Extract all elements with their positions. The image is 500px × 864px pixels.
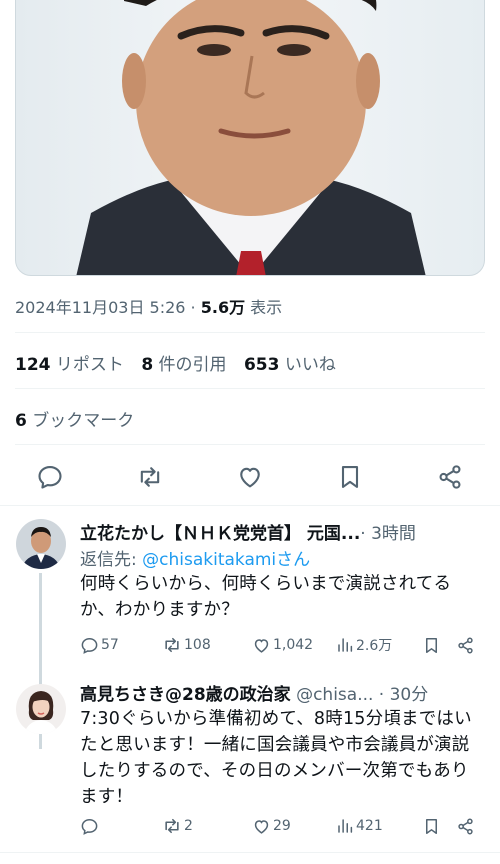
reply-to-line: 返信先: @chisakitakamiさん (80, 545, 310, 570)
views-button[interactable]: 2.6万 (336, 633, 392, 657)
like-icon (254, 638, 269, 653)
divider (0, 505, 500, 506)
reply-text: 何時くらいから、何時くらいまで演説されてるか、わかりますか？ (80, 574, 452, 620)
bookmarks-label: ブックマーク (26, 411, 135, 431)
reply-author-handle[interactable]: @chisa... (291, 685, 373, 705)
repost-icon[interactable] (136, 463, 164, 491)
reply-icon (81, 637, 98, 654)
reply-action-bar: 2 29 421 (80, 814, 480, 838)
views-count: 2.6万 (356, 638, 393, 654)
bookmark-icon (425, 637, 438, 653)
likes-count: 653 (243, 355, 280, 375)
reply-to-prefix: 返信先: (80, 550, 143, 570)
reply-icon (81, 818, 98, 835)
reply-text: 7:30ぐらいから準備初めて、8時15分頃まではいたと思います！一緒に国会議員や… (80, 709, 472, 807)
share-icon[interactable] (436, 463, 464, 491)
reply-time[interactable]: · 30分 (373, 685, 428, 705)
reply-button[interactable] (80, 814, 101, 838)
views-count: 421 (356, 818, 383, 834)
tweet-photo[interactable] (15, 0, 485, 276)
like-count: 1,042 (273, 637, 314, 653)
share-button[interactable] (456, 633, 475, 657)
reply-author-name[interactable]: 立花たかし【ＮＨＫ党党首】 元国... (80, 524, 360, 544)
avatar[interactable] (16, 684, 66, 734)
tweet-timestamp-row: 2024年11月03日 5:26 · 5.6万 表示 (15, 294, 282, 318)
repost-button[interactable]: 2 (162, 814, 193, 838)
bookmark-icon[interactable] (336, 463, 364, 491)
bookmark-icon (425, 818, 438, 834)
repost-count: 108 (184, 637, 211, 653)
reply-icon[interactable] (36, 463, 64, 491)
divider (0, 852, 500, 853)
repost-button[interactable]: 108 (162, 633, 211, 657)
bookmarks-count: 6 (15, 411, 27, 431)
reply-count: 57 (101, 637, 119, 653)
meta-separator: · (185, 298, 201, 317)
likes-stat[interactable]: 653 いいね (244, 355, 336, 375)
reposts-count: 124 (15, 355, 51, 375)
reply-button[interactable]: 57 (80, 633, 119, 657)
views-label: 表示 (245, 298, 283, 317)
likes-label: いいね (279, 355, 336, 375)
views-icon (338, 819, 353, 833)
share-icon (458, 818, 473, 834)
quotes-stat[interactable]: 8 件の引用 (141, 355, 226, 375)
views-count: 5.6万 (200, 298, 246, 317)
bookmark-button[interactable] (422, 814, 441, 838)
quotes-count: 8 (141, 355, 154, 375)
tweet-action-bar (0, 455, 500, 499)
reposts-label: リポスト (50, 355, 124, 375)
share-icon (458, 637, 473, 653)
repost-icon (165, 637, 179, 653)
reply-header: 立花たかし【ＮＨＫ党党首】 元国...· 3時間 (80, 519, 416, 544)
reposts-stat[interactable]: 124 リポスト (15, 355, 124, 375)
reply-action-bar: 57 108 1,042 2.6万 (80, 633, 480, 657)
divider (15, 444, 485, 445)
reply-time[interactable]: · 3時間 (360, 524, 416, 544)
views-icon (338, 638, 353, 652)
like-button[interactable]: 29 (252, 814, 291, 838)
portrait-image (76, 0, 426, 275)
reply-to-handle-link[interactable]: @chisakitakamiさん (142, 550, 310, 570)
divider (15, 332, 485, 333)
engagement-stats: 124 リポスト 8 件の引用 653 いいね (15, 350, 348, 375)
quotes-label: 件の引用 (153, 355, 227, 375)
bookmark-button[interactable] (422, 633, 441, 657)
like-icon[interactable] (236, 463, 264, 491)
share-button[interactable] (456, 814, 475, 838)
bookmarks-stat[interactable]: 6 ブックマーク (15, 406, 134, 431)
tweet-date[interactable]: 2024年11月03日 5:26 (15, 298, 185, 317)
like-button[interactable]: 1,042 (252, 633, 313, 657)
avatar[interactable] (16, 519, 66, 569)
like-icon (254, 819, 269, 834)
divider (15, 388, 485, 389)
like-count: 29 (273, 818, 291, 834)
reply-header: 高見ちさき@28歳の政治家 @chisa... · 30分 (80, 680, 428, 705)
repost-icon (165, 818, 179, 834)
views-button[interactable]: 421 (336, 814, 383, 838)
repost-count: 2 (184, 818, 193, 834)
reply-author-name[interactable]: 高見ちさき@28歳の政治家 (80, 685, 291, 705)
